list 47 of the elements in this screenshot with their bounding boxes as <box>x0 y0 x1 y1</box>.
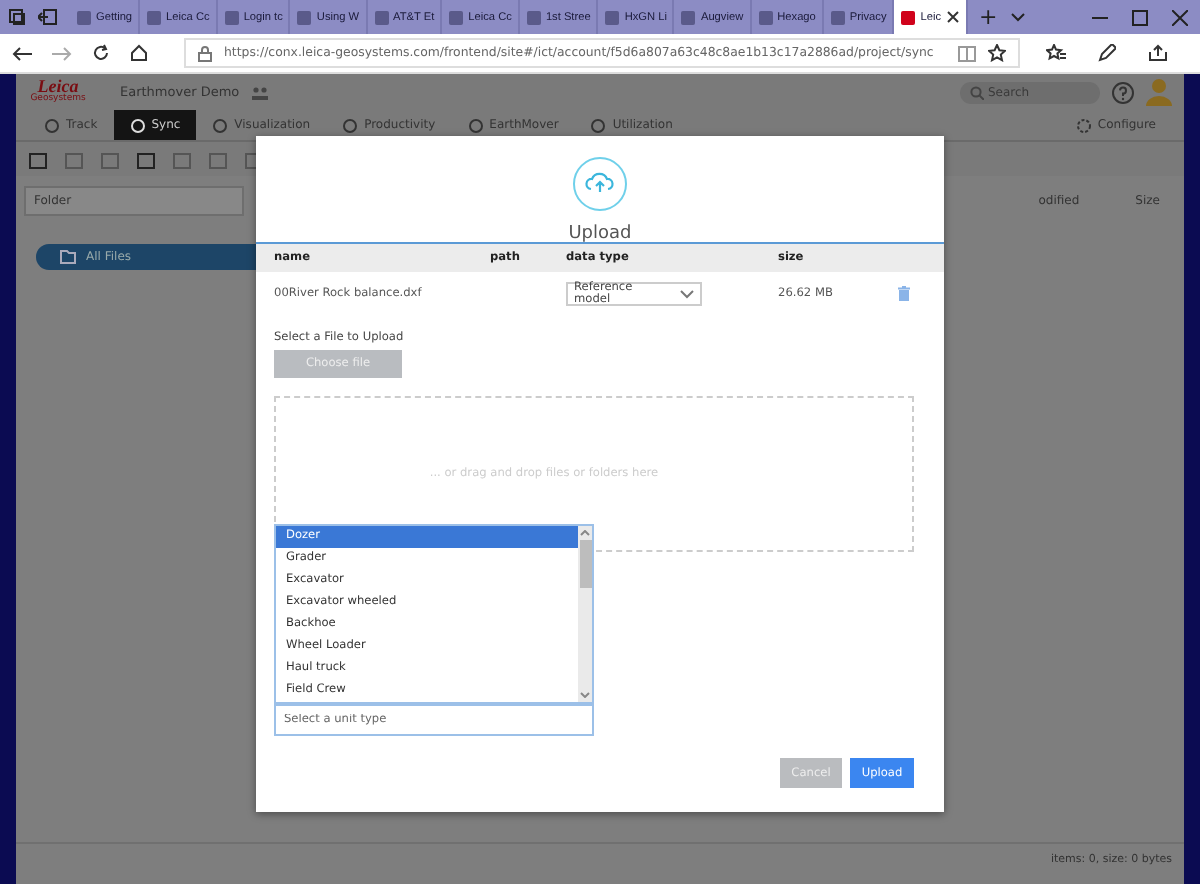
maximize-icon[interactable] <box>1132 9 1148 25</box>
circle-icon <box>212 117 229 133</box>
page-icon <box>373 9 390 25</box>
people-icon <box>251 85 268 99</box>
dialog-title: Upload <box>568 224 632 244</box>
reading-view-icon[interactable] <box>957 45 976 61</box>
circle-icon <box>467 117 484 133</box>
page-icon <box>525 9 542 25</box>
page-icon <box>900 9 917 25</box>
chevron-down-icon <box>580 692 590 698</box>
page-icon <box>223 9 240 25</box>
page-icon <box>448 9 465 25</box>
page-icon <box>829 9 846 25</box>
tab-back-icon[interactable] <box>38 8 58 26</box>
star-icon[interactable] <box>987 44 1006 62</box>
scrollbar[interactable] <box>578 526 592 702</box>
circle-icon <box>44 117 60 133</box>
share-icon[interactable] <box>1147 44 1168 62</box>
new-tab-button[interactable]: + <box>979 4 998 30</box>
back-icon[interactable] <box>12 45 32 61</box>
circle-icon <box>342 117 359 133</box>
page-icon <box>680 9 697 25</box>
chevron-up-icon <box>580 530 590 536</box>
favorites-icon[interactable] <box>1045 44 1066 62</box>
cloud-upload-icon <box>572 156 628 212</box>
logo-text: Leica <box>37 78 79 97</box>
tabs-icon[interactable] <box>8 8 26 26</box>
page-icon <box>296 9 313 25</box>
circle-icon <box>590 117 607 133</box>
scrollbar-thumb[interactable] <box>579 540 591 588</box>
lock-icon <box>198 45 212 61</box>
close-icon[interactable] <box>945 10 960 24</box>
close-icon[interactable] <box>1172 9 1188 25</box>
chevron-down-icon[interactable] <box>1009 11 1026 23</box>
home-icon[interactable] <box>130 44 148 62</box>
help-icon[interactable] <box>1112 81 1134 103</box>
page-icon <box>76 9 92 25</box>
search-icon <box>970 85 984 99</box>
folder-icon <box>60 250 76 264</box>
circle-icon <box>129 117 146 133</box>
page-icon <box>604 9 621 25</box>
gear-icon <box>1075 117 1092 133</box>
pen-icon[interactable] <box>1097 44 1116 62</box>
chevron-down-icon <box>680 289 694 299</box>
page-icon <box>757 9 774 25</box>
refresh-icon[interactable] <box>92 44 110 62</box>
page-icon <box>146 9 163 25</box>
